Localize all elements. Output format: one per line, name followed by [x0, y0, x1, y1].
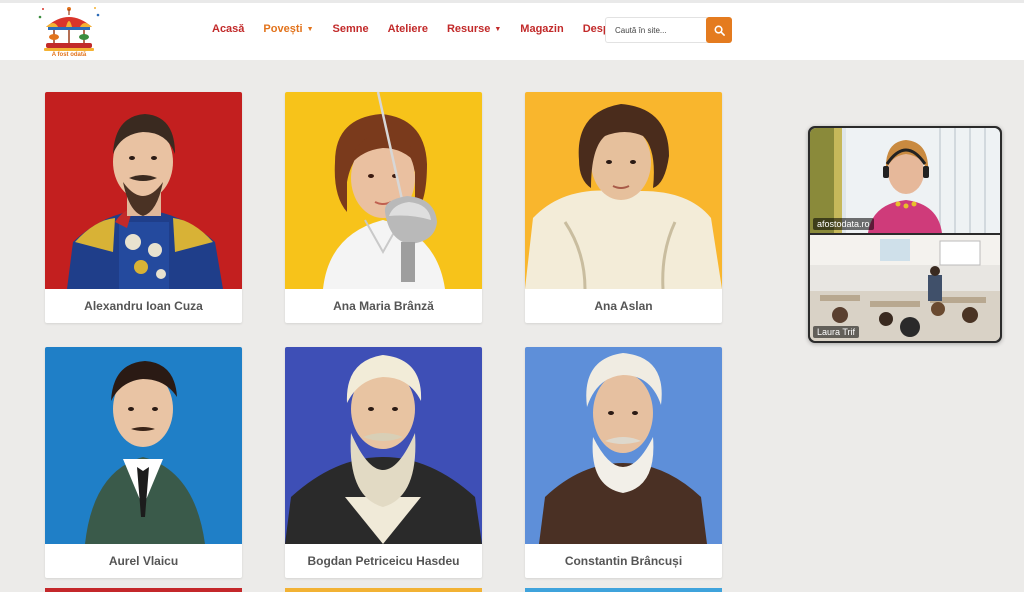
next-card-strip — [285, 588, 482, 592]
site-search — [605, 17, 732, 43]
chevron-down-icon: ▼ — [306, 26, 314, 33]
story-card-bogdan-petriceicu-hasdeu[interactable]: Bogdan Petriceicu Hasdeu — [285, 347, 482, 578]
story-card-ana-aslan[interactable]: Ana Aslan — [525, 92, 722, 323]
next-card-strip — [525, 588, 722, 592]
nav-item-semne[interactable]: Semne — [333, 23, 369, 35]
logo-text: A fost odată — [51, 52, 87, 58]
nav-item-ateliere[interactable]: Ateliere — [388, 23, 428, 35]
story-card-ana-maria-branza[interactable]: Ana Maria Brânză — [285, 92, 482, 323]
participant-name: Laura Trif — [813, 326, 860, 338]
chevron-down-icon: ▼ — [494, 26, 502, 33]
portrait-image — [285, 347, 482, 544]
site-logo[interactable]: A fost odată — [36, 5, 102, 61]
main-nav: Acasă Povești ▼ Semne Ateliere Resurse ▼ M… — [212, 23, 639, 35]
nav-label: Semne — [332, 23, 369, 35]
next-card-strip — [45, 588, 242, 592]
search-input[interactable] — [605, 17, 707, 43]
card-title: Bogdan Petriceicu Hasdeu — [307, 554, 460, 568]
card-title: Aurel Vlaicu — [108, 554, 179, 568]
portrait-image — [525, 92, 722, 289]
card-title: Ana Maria Brânză — [333, 299, 434, 313]
video-tile-participant[interactable]: Laura Trif — [810, 235, 1000, 341]
nav-label: Povești — [263, 23, 303, 35]
portrait-image — [45, 92, 242, 289]
search-button[interactable] — [706, 17, 732, 43]
nav-item-povesti[interactable]: Povești ▼ — [263, 23, 313, 35]
nav-label: Magazin — [520, 23, 564, 35]
story-card-aurel-vlaicu[interactable]: Aurel Vlaicu — [45, 347, 242, 578]
card-title: Constantin Brâncuși — [564, 554, 683, 568]
nav-label: Acasă — [212, 23, 245, 35]
nav-item-acasa[interactable]: Acasă — [212, 23, 244, 35]
portrait-image — [525, 347, 722, 544]
portrait-image — [285, 92, 482, 289]
story-card-constantin-brancusi[interactable]: Constantin Brâncuși — [525, 347, 722, 578]
story-card-alexandru-ioan-cuza[interactable]: Alexandru Ioan Cuza — [45, 92, 242, 323]
carousel-icon — [38, 7, 100, 51]
video-tile-host[interactable]: afostodata.ro — [810, 128, 1000, 233]
nav-item-magazin[interactable]: Magazin — [520, 23, 563, 35]
card-title: Ana Aslan — [594, 299, 653, 313]
nav-label: Ateliere — [387, 23, 428, 35]
video-call-panel[interactable]: afostodata.ro Laura Trif — [808, 126, 1002, 343]
site-header: A fost odată Acasă Povești ▼ Semne Atelie… — [0, 0, 1024, 60]
nav-item-resurse[interactable]: Resurse ▼ — [447, 23, 501, 35]
participant-name: afostodata.ro — [813, 218, 874, 230]
card-title: Alexandru Ioan Cuza — [84, 299, 203, 313]
search-icon — [714, 25, 725, 36]
nav-label: Resurse — [446, 23, 491, 35]
portrait-image — [45, 347, 242, 544]
